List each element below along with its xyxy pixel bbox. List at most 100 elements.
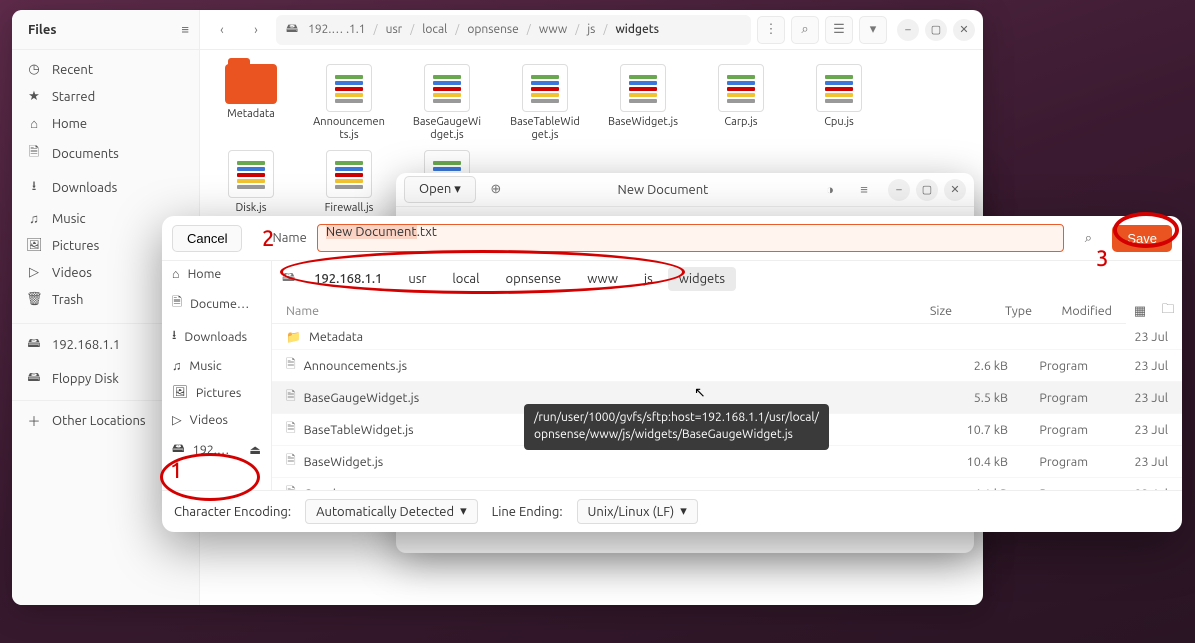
open-button[interactable]: Open ▾	[404, 176, 476, 203]
save-button[interactable]: Save	[1112, 225, 1172, 252]
breadcrumb-segment[interactable]: 192.… .1.1	[304, 21, 369, 38]
place-item[interactable]: 🗎Docume…	[162, 287, 271, 320]
file-tile[interactable]: Announcements.js	[312, 64, 386, 142]
file-row[interactable]: 🗎Carp.js4.1 kBProgram23 Jul	[272, 478, 1182, 490]
place-label: Downloads	[184, 330, 247, 344]
breadcrumb-segment[interactable]: local	[441, 267, 490, 291]
breadcrumb[interactable]: 🖴 192.… .1.1/usr/local/opnsense/www/js/w…	[276, 15, 751, 45]
place-item[interactable]: ⭳Downloads	[162, 320, 271, 353]
file-icon: 🗎	[286, 483, 296, 490]
file-size: 10.7 kB	[928, 423, 1008, 437]
place-label: Home	[188, 267, 222, 281]
breadcrumb-segment[interactable]: usr	[382, 21, 407, 38]
file-modified: 23 Jul	[1088, 391, 1168, 405]
file-icon: 🗎	[286, 387, 296, 408]
sidebar-item-downloads[interactable]: ⭳Downloads	[12, 171, 199, 205]
file-row[interactable]: 🗎Announcements.js2.6 kBProgram23 Jul	[272, 350, 1182, 382]
col-modified[interactable]: Modified	[1032, 304, 1112, 318]
cancel-button[interactable]: Cancel	[172, 225, 242, 252]
plus-icon: ＋	[26, 411, 42, 430]
file-tile[interactable]: Carp.js	[704, 64, 778, 142]
back-button[interactable]: ‹	[208, 16, 236, 44]
file-label: Carp.js	[724, 116, 757, 129]
file-tile[interactable]: Metadata	[214, 64, 288, 142]
place-item[interactable]: ⌂Home	[162, 261, 271, 287]
sidebar-menu-icon[interactable]: ≡	[181, 22, 189, 37]
close-button[interactable]: ✕	[953, 19, 975, 41]
file-tile[interactable]: Disk.js	[214, 150, 288, 215]
minimize-button[interactable]: –	[897, 19, 919, 41]
doc-icon	[816, 64, 862, 112]
search-icon[interactable]: ⌕	[791, 16, 819, 44]
file-row[interactable]: 📁Metadata23 Jul	[272, 325, 1182, 350]
breadcrumb-segment[interactable]: local	[418, 21, 451, 38]
minimize-button[interactable]: –	[888, 179, 910, 201]
lineending-dropdown[interactable]: Unix/Linux (LF)▾	[577, 499, 698, 524]
sidebar-item-starred[interactable]: ★Starred	[12, 83, 199, 110]
breadcrumb-segment[interactable]: js	[633, 267, 664, 291]
nav-icon: ★	[26, 89, 42, 104]
sidebar-item-label: Music	[52, 212, 86, 226]
place-item[interactable]: 🖴192.…⏏	[162, 433, 271, 466]
file-tile[interactable]: Cpu.js	[802, 64, 876, 142]
lineending-label: Line Ending:	[492, 505, 563, 519]
grid-view-icon[interactable]: ▦	[1126, 297, 1154, 325]
file-modified: 23 Jul	[1088, 359, 1168, 373]
col-name[interactable]: Name	[286, 304, 872, 318]
sidebar-item-recent[interactable]: ◷Recent	[12, 56, 199, 83]
file-label: Metadata	[227, 108, 275, 121]
filename-input[interactable]: New Document.txt	[317, 224, 1065, 252]
new-tab-button[interactable]: ⊕	[482, 176, 510, 204]
sidebar-item-documents[interactable]: 🗎Documents	[12, 137, 199, 171]
col-type[interactable]: Type	[952, 304, 1032, 318]
file-label: BaseGaugeWidget.js	[410, 116, 484, 142]
sidebar-item-label: Videos	[52, 266, 92, 280]
forward-button[interactable]: ›	[242, 16, 270, 44]
new-folder-icon[interactable]: 🗀	[1154, 297, 1182, 325]
breadcrumb-segment[interactable]: opnsense	[495, 267, 573, 291]
place-item[interactable]: ♫Music	[162, 353, 271, 379]
name-label: Name	[272, 231, 306, 245]
file-name: BaseGaugeWidget.js	[304, 391, 419, 405]
encoding-dropdown[interactable]: Automatically Detected▾	[305, 499, 478, 524]
maximize-button[interactable]: ▢	[925, 19, 947, 41]
nav-icon: ◷	[26, 62, 42, 77]
breadcrumb-segment[interactable]: js	[583, 21, 599, 38]
place-label: Pictures	[196, 386, 241, 400]
sidebar-item-home[interactable]: ⌂Home	[12, 110, 199, 137]
col-size[interactable]: Size	[872, 304, 952, 318]
file-icon: 📁	[286, 330, 301, 344]
place-item[interactable]: 🖼 Pictures	[162, 379, 271, 406]
list-view-icon[interactable]: ☰	[825, 16, 853, 44]
save-shortcut-button[interactable]: ◑	[816, 176, 844, 204]
place-icon: 🖼	[172, 385, 188, 400]
file-type: Program	[1008, 391, 1088, 405]
eject-icon[interactable]: ⏏	[249, 442, 261, 457]
breadcrumb-segment[interactable]: www	[576, 267, 629, 291]
file-tile[interactable]: BaseTableWidget.js	[508, 64, 582, 142]
file-tile[interactable]: BaseWidget.js	[606, 64, 680, 142]
place-item[interactable]: ▷Videos	[162, 406, 271, 433]
breadcrumb-segment[interactable]: widgets	[611, 21, 663, 38]
file-modified: 23 Jul	[1088, 455, 1168, 469]
breadcrumb-segment[interactable]: www	[535, 21, 571, 38]
breadcrumb-segment[interactable]: widgets	[668, 267, 736, 291]
nav-icon: 🗎	[26, 143, 42, 165]
view-options-icon[interactable]: ▾	[859, 16, 887, 44]
kebab-menu-icon[interactable]: ⋮	[757, 16, 785, 44]
maximize-button[interactable]: ▢	[916, 179, 938, 201]
breadcrumb-segment[interactable]: 192.168.1.1	[303, 267, 393, 291]
close-button[interactable]: ✕	[944, 179, 966, 201]
file-size: 5.5 kB	[928, 391, 1008, 405]
save-footer: Character Encoding: Automatically Detect…	[162, 490, 1182, 532]
breadcrumb-segment[interactable]: opnsense	[463, 21, 522, 38]
file-row[interactable]: 🗎BaseWidget.js10.4 kBProgram23 Jul	[272, 446, 1182, 478]
file-modified: 23 Jul	[1088, 423, 1168, 437]
file-icon: 🗎	[286, 355, 296, 376]
file-tile[interactable]: BaseGaugeWidget.js	[410, 64, 484, 142]
search-icon[interactable]: ⌕	[1074, 224, 1102, 252]
file-tile[interactable]: Firewall.js	[312, 150, 386, 215]
breadcrumb-segment[interactable]: usr	[397, 267, 437, 291]
file-icon: 🗎	[286, 451, 296, 472]
hamburger-menu-icon[interactable]: ≡	[850, 176, 878, 204]
